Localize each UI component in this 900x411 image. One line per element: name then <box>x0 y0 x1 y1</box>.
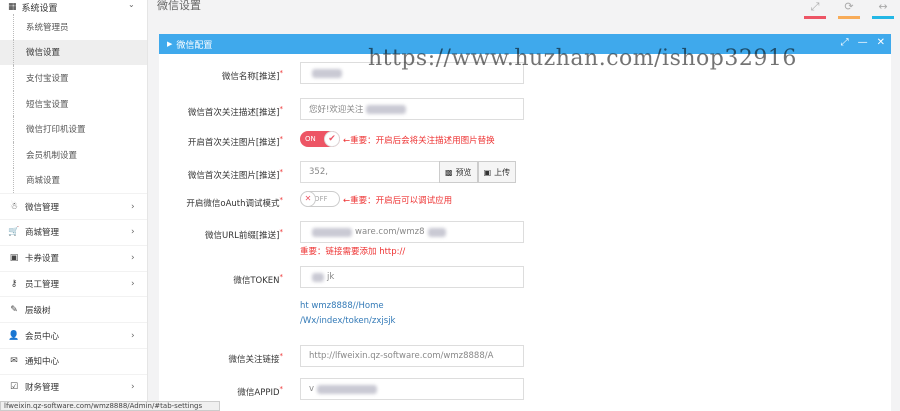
sidebar-item[interactable]: ✉ 通知中心 <box>0 347 147 374</box>
chevron-right-icon: › <box>131 227 135 238</box>
sidebar-item-label: 卡券设置 <box>25 254 60 265</box>
window-controls: ⤢ ⟳ ↔ <box>804 0 894 19</box>
refresh-icon[interactable]: ⟳ <box>838 0 860 19</box>
follow-desc-label: 微信首次关注描述[推送] <box>187 107 280 118</box>
sidebar-subitem-label: 会员机制设置 <box>26 150 78 161</box>
open-image-hint: ←重要：开启后会将关注描述用图片替换 <box>343 136 495 146</box>
follow-desc-input[interactable]: 您好!欢迎关注 <box>300 98 524 120</box>
sidebar-item-label: 员工管理 <box>25 279 60 290</box>
ticket-icon: ▣ <box>9 253 19 264</box>
sidebar-subitem[interactable]: 会员机制设置 <box>0 141 147 168</box>
url-value: ware.com/wmz8 <box>355 227 425 237</box>
sidebar-subitem[interactable]: 商城设置 <box>0 167 147 194</box>
resize-icon[interactable]: ↔ <box>872 0 894 19</box>
sidebar-item[interactable]: 👤 会员中心 › <box>0 322 147 348</box>
open-image-label: 开启首次关注图片[推送] <box>187 137 280 148</box>
sidebar-item[interactable]: ✎ 层级树 <box>0 296 147 322</box>
sidebar-item-label: 通知中心 <box>25 357 60 368</box>
token-link-line2: /Wx/index/token/zxjsjk <box>300 316 396 326</box>
picture-icon: ▩ <box>445 167 453 177</box>
follow-desc-value: 您好!欢迎关注 <box>309 105 364 115</box>
url-input[interactable]: ware.com/wmz8 <box>300 221 524 243</box>
token-link[interactable]: ht wmz8888//Home /Wx/index/token/zxjsjk <box>300 299 395 329</box>
image-value: 352, <box>309 167 328 177</box>
token-input[interactable]: jk <box>300 266 524 288</box>
sidebar-subitem[interactable]: 支付宝设置 <box>0 65 147 91</box>
sidebar-item[interactable]: 🛒 商城管理 › <box>0 218 147 245</box>
snowman-icon: ☃ <box>9 201 19 212</box>
name-input[interactable] <box>300 62 524 84</box>
sidebar-item[interactable]: ☃ 微信管理 › <box>0 193 147 219</box>
chevron-right-icon: › <box>131 382 135 393</box>
check-icon: ✔ <box>324 131 340 147</box>
preview-button[interactable]: ▩ 预览 <box>439 161 478 183</box>
sidebar-subitem-label: 商城设置 <box>26 176 61 187</box>
sidebar-subitem-label: 微信打印机设置 <box>26 125 86 136</box>
sidebar-subitem[interactable]: 系统管理员 <box>0 14 147 40</box>
sidebar-subitem-label: 短信宝设置 <box>26 99 69 110</box>
x-icon: ✕ <box>300 191 316 207</box>
sidebar: ▦ 系统设置 ⌄ 系统管理员微信设置支付宝设置短信宝设置微信打印机设置 会员机制设… <box>0 0 148 411</box>
sidebar-item-label: 商城管理 <box>25 228 60 239</box>
open-image-toggle[interactable]: ON ✔ <box>300 131 340 147</box>
sidebar-subitem[interactable]: 微信设置 <box>0 39 147 66</box>
upload-button[interactable]: ▣ 上传 <box>477 161 517 183</box>
sidebar-section-label: 系统设置 <box>21 3 58 14</box>
play-icon: ▶ <box>167 40 173 48</box>
sidebar-item[interactable]: ☑ 财务管理 › <box>0 373 147 400</box>
sidebar-item-label: 会员中心 <box>25 331 60 342</box>
chevron-right-icon: › <box>131 253 135 264</box>
sidebar-item-label: 微信管理 <box>25 202 60 213</box>
sitemap-icon: ⚷ <box>10 278 18 289</box>
image-label: 微信首次关注图片[推送] <box>187 170 280 181</box>
chevron-right-icon: › <box>131 201 135 212</box>
panel-header: ▶ 微信配置 ⤢ — ✕ <box>159 34 891 54</box>
appid-label: 微信APPID <box>237 387 280 398</box>
browser-status-bar: lfweixin.qz-software.com/wmz8888/Admin/#… <box>0 401 220 411</box>
sidebar-subitem[interactable]: 微信打印机设置 <box>0 116 147 142</box>
chevron-right-icon: › <box>131 330 135 341</box>
token-link-line1: ht wmz8888//Home <box>300 301 384 311</box>
url-note: 重要：链接需要添加 http:// <box>300 247 406 257</box>
sidebar-subitem-label: 支付宝设置 <box>26 73 69 84</box>
follow-link-value: http://lfweixin.qz-software.com/wmz8888/… <box>309 351 494 361</box>
panel-title: 微信配置 <box>176 40 213 51</box>
fullscreen-icon[interactable]: ⤢ <box>804 0 826 19</box>
sidebar-item[interactable]: ▣ 卡券设置 › <box>0 244 147 271</box>
oauth-hint: ←重要：开启后可以调试应用 <box>343 196 453 206</box>
user-icon: 👤 <box>8 330 20 341</box>
url-label: 微信URL前缀[推送] <box>205 230 280 241</box>
checkbox-icon: ☑ <box>9 382 19 393</box>
sidebar-subitem-label: 系统管理员 <box>26 22 69 33</box>
token-label: 微信TOKEN <box>233 275 280 286</box>
close-icon[interactable]: ✕ <box>877 37 885 48</box>
token-value: jk <box>327 272 335 282</box>
oauth-toggle[interactable]: ✕ OFF <box>300 191 340 207</box>
name-label: 微信名称[推送] <box>221 71 280 82</box>
image-icon: ▣ <box>483 167 492 177</box>
sidebar-section-system-settings[interactable]: ▦ 系统设置 ⌄ <box>0 0 147 14</box>
follow-link-label: 微信关注链接 <box>228 354 280 365</box>
envelope-icon: ✉ <box>10 356 18 367</box>
cart-icon: 🛒 <box>8 227 20 238</box>
grid-icon: ▦ <box>8 2 17 12</box>
sidebar-item[interactable]: ⚷ 员工管理 › <box>0 270 147 297</box>
main-content: 微信设置 ⤢ ⟳ ↔ ▶ 微信配置 ⤢ — ✕ 微信名称[推送]* 微信首次关注… <box>148 0 900 411</box>
follow-link-input[interactable]: http://lfweixin.qz-software.com/wmz8888/… <box>300 345 524 367</box>
pin-icon: ✎ <box>10 304 18 315</box>
chevron-right-icon: › <box>131 278 135 289</box>
chevron-down-icon: ⌄ <box>128 0 135 9</box>
appid-input[interactable]: v <box>300 378 524 400</box>
sidebar-item-label: 财务管理 <box>25 383 60 394</box>
page-title: 微信设置 <box>157 0 201 12</box>
wechat-config-panel: ▶ 微信配置 ⤢ — ✕ 微信名称[推送]* 微信首次关注描述[推送]* 您好!… <box>159 34 891 411</box>
minimize-icon[interactable]: — <box>858 37 868 48</box>
sidebar-subitem[interactable]: 短信宝设置 <box>0 90 147 117</box>
expand-icon[interactable]: ⤢ <box>841 37 849 48</box>
appid-value: v <box>309 384 315 394</box>
oauth-label: 开启微信oAuth调试模式 <box>186 198 280 209</box>
sidebar-subitem-label: 微信设置 <box>26 48 61 59</box>
sidebar-item-label: 层级树 <box>25 305 51 316</box>
image-input[interactable]: 352, <box>300 161 440 183</box>
